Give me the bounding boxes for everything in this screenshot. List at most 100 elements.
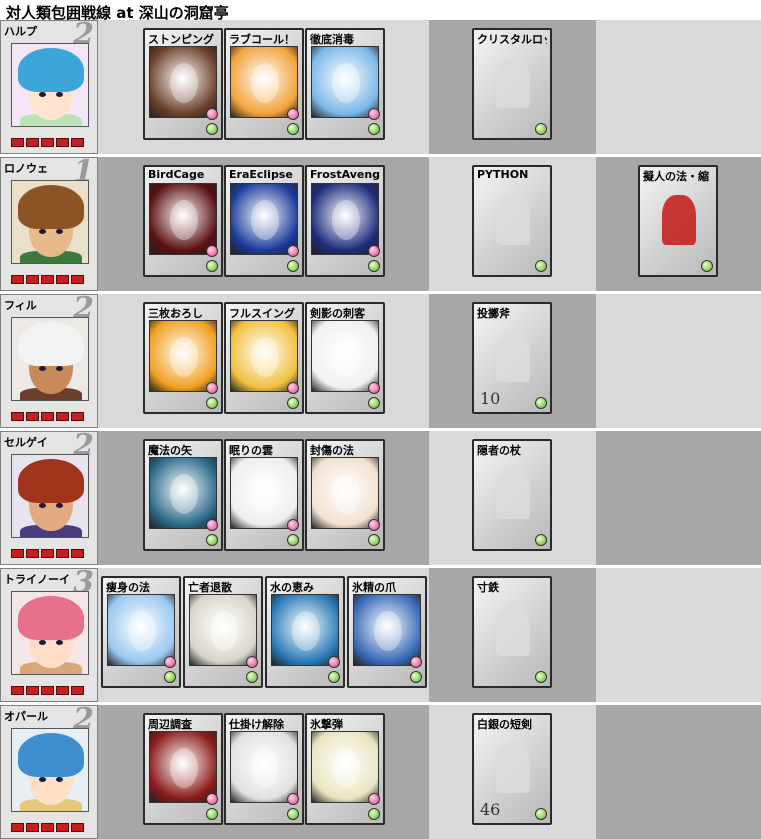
hp-segment <box>56 549 69 558</box>
hp-bar <box>11 412 84 421</box>
item-card[interactable]: 隠者の杖 <box>472 439 552 551</box>
hp-bar <box>11 275 84 284</box>
hp-segment <box>11 412 24 421</box>
card-name: フルスイング <box>229 307 295 320</box>
item-card[interactable]: 投擲斧 10 <box>472 302 552 414</box>
hp-segment <box>26 823 39 832</box>
item-card[interactable]: PYTHON <box>472 165 552 277</box>
page-title: 対人類包囲戦線 at 深山の洞窟亭 <box>6 4 229 22</box>
pink-gem-icon <box>368 245 380 257</box>
board-cell <box>596 431 761 565</box>
hp-segment <box>41 412 54 421</box>
card-illustration <box>230 731 298 803</box>
character-card[interactable]: フィル 2 <box>0 291 98 428</box>
hp-segment <box>41 823 54 832</box>
green-gem-icon <box>246 671 258 683</box>
card-name: 封傷の法 <box>310 444 354 457</box>
skill-card[interactable]: 三枚おろし <box>143 302 223 414</box>
extra-card[interactable]: 擬人の法・縮 <box>638 165 718 277</box>
skill-card[interactable]: 剣影の刺客 <box>305 302 385 414</box>
pink-gem-icon <box>368 519 380 531</box>
skill-card[interactable]: 仕掛け解除 <box>224 713 304 825</box>
hp-segment <box>71 823 84 832</box>
character-name: ロノウェ <box>4 162 48 175</box>
green-gem-icon <box>206 808 218 820</box>
character-portrait <box>11 591 89 675</box>
pink-gem-icon <box>287 793 299 805</box>
character-card[interactable]: オパール 2 <box>0 702 98 839</box>
pink-gem-icon <box>287 245 299 257</box>
hp-bar <box>11 823 84 832</box>
skill-card[interactable]: 眠りの雲 <box>224 439 304 551</box>
skill-card[interactable]: ラブコール！ <box>224 28 304 140</box>
pink-gem-icon <box>206 245 218 257</box>
card-name: FrostAvenger <box>310 168 380 181</box>
skill-card[interactable]: 魔法の矢 <box>143 439 223 551</box>
hp-bar <box>11 138 84 147</box>
character-name: フィル <box>4 299 37 312</box>
card-illustration <box>149 46 217 118</box>
green-gem-icon <box>206 534 218 546</box>
card-illustration <box>478 320 546 392</box>
hp-segment <box>41 549 54 558</box>
green-gem-icon <box>535 534 547 546</box>
character-portrait <box>11 43 89 127</box>
card-illustration <box>478 183 546 255</box>
character-card[interactable]: ロノウェ 1 <box>0 154 98 291</box>
pink-gem-icon <box>287 519 299 531</box>
card-illustration <box>478 594 546 666</box>
character-card[interactable]: トライノーイ 3 <box>0 565 98 702</box>
pink-gem-icon <box>368 108 380 120</box>
character-portrait <box>11 454 89 538</box>
card-name: 氷精の爪 <box>352 581 396 594</box>
hp-segment <box>71 275 84 284</box>
card-name: 周辺調査 <box>148 718 192 731</box>
card-illustration <box>230 320 298 392</box>
skill-card[interactable]: ストンピング <box>143 28 223 140</box>
card-name: 三枚おろし <box>148 307 203 320</box>
item-card[interactable]: 寸鉄 <box>472 576 552 688</box>
hp-segment <box>56 275 69 284</box>
skill-card[interactable]: 氷精の爪 <box>347 576 427 688</box>
hp-segment <box>41 686 54 695</box>
pink-gem-icon <box>246 656 258 668</box>
green-gem-icon <box>287 123 299 135</box>
board-cell <box>596 20 761 154</box>
skill-card[interactable]: FrostAvenger <box>305 165 385 277</box>
character-name: セルゲイ <box>4 436 48 449</box>
card-name: 眠りの雲 <box>229 444 273 457</box>
skill-card[interactable]: EraEclipse <box>224 165 304 277</box>
character-portrait <box>11 317 89 401</box>
skill-card[interactable]: 水の恵み <box>265 576 345 688</box>
skill-card[interactable]: BirdCage <box>143 165 223 277</box>
card-illustration <box>149 320 217 392</box>
skill-card[interactable]: フルスイング <box>224 302 304 414</box>
hp-segment <box>26 138 39 147</box>
green-gem-icon <box>368 260 380 272</box>
character-card[interactable]: セルゲイ 2 <box>0 428 98 565</box>
skill-card[interactable]: 周辺調査 <box>143 713 223 825</box>
card-name: EraEclipse <box>229 168 293 181</box>
skill-card[interactable]: 氷撃弾 <box>305 713 385 825</box>
card-illustration <box>230 183 298 255</box>
item-card[interactable]: クリスタルロッド <box>472 28 552 140</box>
character-card[interactable]: ハルプ 2 <box>0 17 98 154</box>
hp-segment <box>11 275 24 284</box>
pink-gem-icon <box>410 656 422 668</box>
card-name: 痩身の法 <box>106 581 150 594</box>
card-name: 白銀の短剣 <box>477 718 532 731</box>
skill-card[interactable]: 封傷の法 <box>305 439 385 551</box>
card-name: PYTHON <box>477 168 529 181</box>
skill-card[interactable]: 痩身の法 <box>101 576 181 688</box>
card-illustration <box>149 731 217 803</box>
skill-card[interactable]: 徹底消毒 <box>305 28 385 140</box>
board-cell <box>596 294 761 428</box>
green-gem-icon <box>287 397 299 409</box>
card-name: 亡者退散 <box>188 581 232 594</box>
card-illustration <box>149 457 217 529</box>
item-card[interactable]: 白銀の短剣 46 <box>472 713 552 825</box>
skill-card[interactable]: 亡者退散 <box>183 576 263 688</box>
hp-segment <box>71 412 84 421</box>
hp-segment <box>56 412 69 421</box>
card-name: 仕掛け解除 <box>229 718 284 731</box>
